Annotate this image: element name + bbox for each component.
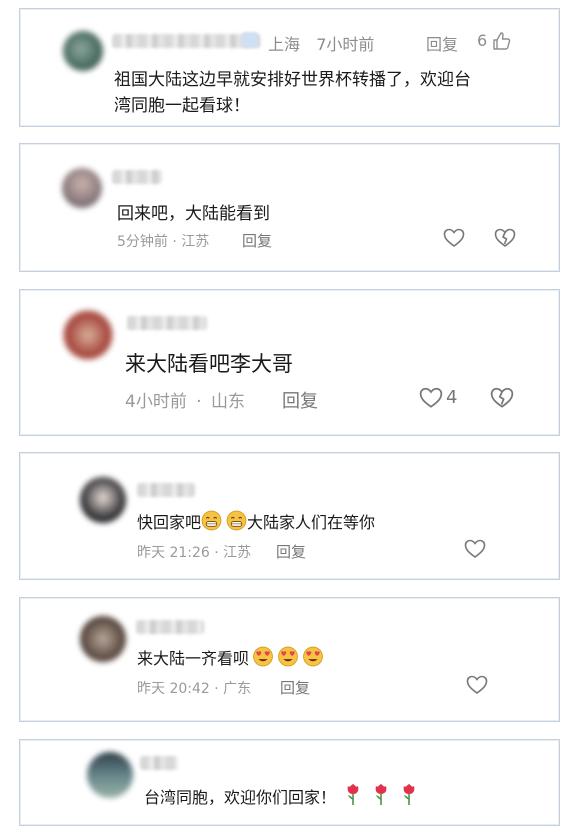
- broken-heart-icon[interactable]: [494, 228, 516, 248]
- grin-emoji-icon: [226, 510, 247, 531]
- like-count: 6: [477, 31, 488, 50]
- comment-card-1: 上海 7小时前 回复 6 祖国大陆这边早就安排好世界杯转播了，欢迎台 湾同胞一起…: [19, 8, 560, 127]
- comment-card-4: 快回家吧 大陆家人们在等你 昨天 21:26 · 江苏 回复: [19, 452, 560, 580]
- username-redacted[interactable]: [127, 316, 207, 330]
- reply-button[interactable]: 回复: [242, 230, 272, 251]
- heart-eyes-emoji-icon: [303, 646, 323, 667]
- heart-outline-icon[interactable]: [466, 675, 488, 695]
- grin-emoji-icon: [201, 510, 222, 531]
- comment-card-5: 来大陆一齐看呗 昨天 20:42 · 广东 回复: [19, 597, 560, 722]
- username-redacted[interactable]: [136, 620, 204, 634]
- reply-button[interactable]: 回复: [426, 31, 458, 55]
- heart-eyes-emoji-icon: [278, 646, 298, 667]
- heart-eyes-emoji-icon: [253, 646, 273, 667]
- comment-text: 快回家吧 大陆家人们在等你: [137, 509, 375, 533]
- comment-text-line1: 祖国大陆这边早就安排好世界杯转播了，欢迎台: [114, 70, 471, 90]
- avatar[interactable]: [63, 31, 103, 71]
- comment-time: 4小时前: [125, 392, 187, 412]
- comment-card-2: 回来吧，大陆能看到 5分钟前 · 江苏 回复: [19, 143, 560, 272]
- like-count: 4: [446, 387, 458, 408]
- heart-outline-icon[interactable]: [419, 387, 443, 409]
- reply-button[interactable]: 回复: [282, 387, 318, 413]
- comment-text-line2: 湾同胞一起看球！: [114, 96, 250, 116]
- comment-text: 来大陆一齐看呗: [137, 645, 324, 669]
- reply-button[interactable]: 回复: [280, 677, 310, 698]
- avatar[interactable]: [87, 752, 133, 798]
- heart-outline-icon[interactable]: [443, 228, 465, 248]
- comment-time: 7小时前: [316, 35, 375, 54]
- avatar[interactable]: [80, 477, 126, 523]
- comment-text: 来大陆看吧李大哥: [125, 352, 293, 376]
- broken-heart-icon[interactable]: [490, 387, 514, 409]
- rose-emoji-icon: [347, 784, 359, 805]
- username-redacted[interactable]: [137, 483, 195, 497]
- comment-card-3: 来大陆看吧李大哥 4小时前 · 山东 回复 4: [19, 289, 560, 436]
- thumbs-up-icon[interactable]: [492, 31, 512, 51]
- username-redacted[interactable]: [140, 756, 178, 770]
- rose-emoji-icon: [375, 784, 387, 805]
- heart-outline-icon[interactable]: [464, 539, 486, 559]
- comment-text: 台湾同胞，欢迎你们回家！: [144, 782, 418, 808]
- username-redacted[interactable]: [112, 170, 162, 184]
- comment-text: 回来吧，大陆能看到: [117, 204, 270, 224]
- comment-card-6: 台湾同胞，欢迎你们回家！: [19, 739, 560, 826]
- reply-button[interactable]: 回复: [276, 541, 306, 562]
- avatar[interactable]: [62, 168, 102, 208]
- comment-meta: 5分钟前 · 江苏: [117, 234, 210, 250]
- separator: ·: [196, 392, 202, 412]
- rose-emoji-icon: [403, 784, 415, 805]
- verified-badge-icon: [242, 32, 258, 48]
- comment-meta: 昨天 20:42 · 广东: [137, 681, 252, 697]
- comment-meta: 昨天 21:26 · 江苏: [137, 545, 252, 561]
- avatar[interactable]: [63, 310, 113, 360]
- comment-location: 山东: [211, 392, 246, 412]
- comment-location: 上海: [268, 35, 301, 54]
- avatar[interactable]: [80, 616, 126, 662]
- username-redacted[interactable]: [112, 34, 260, 48]
